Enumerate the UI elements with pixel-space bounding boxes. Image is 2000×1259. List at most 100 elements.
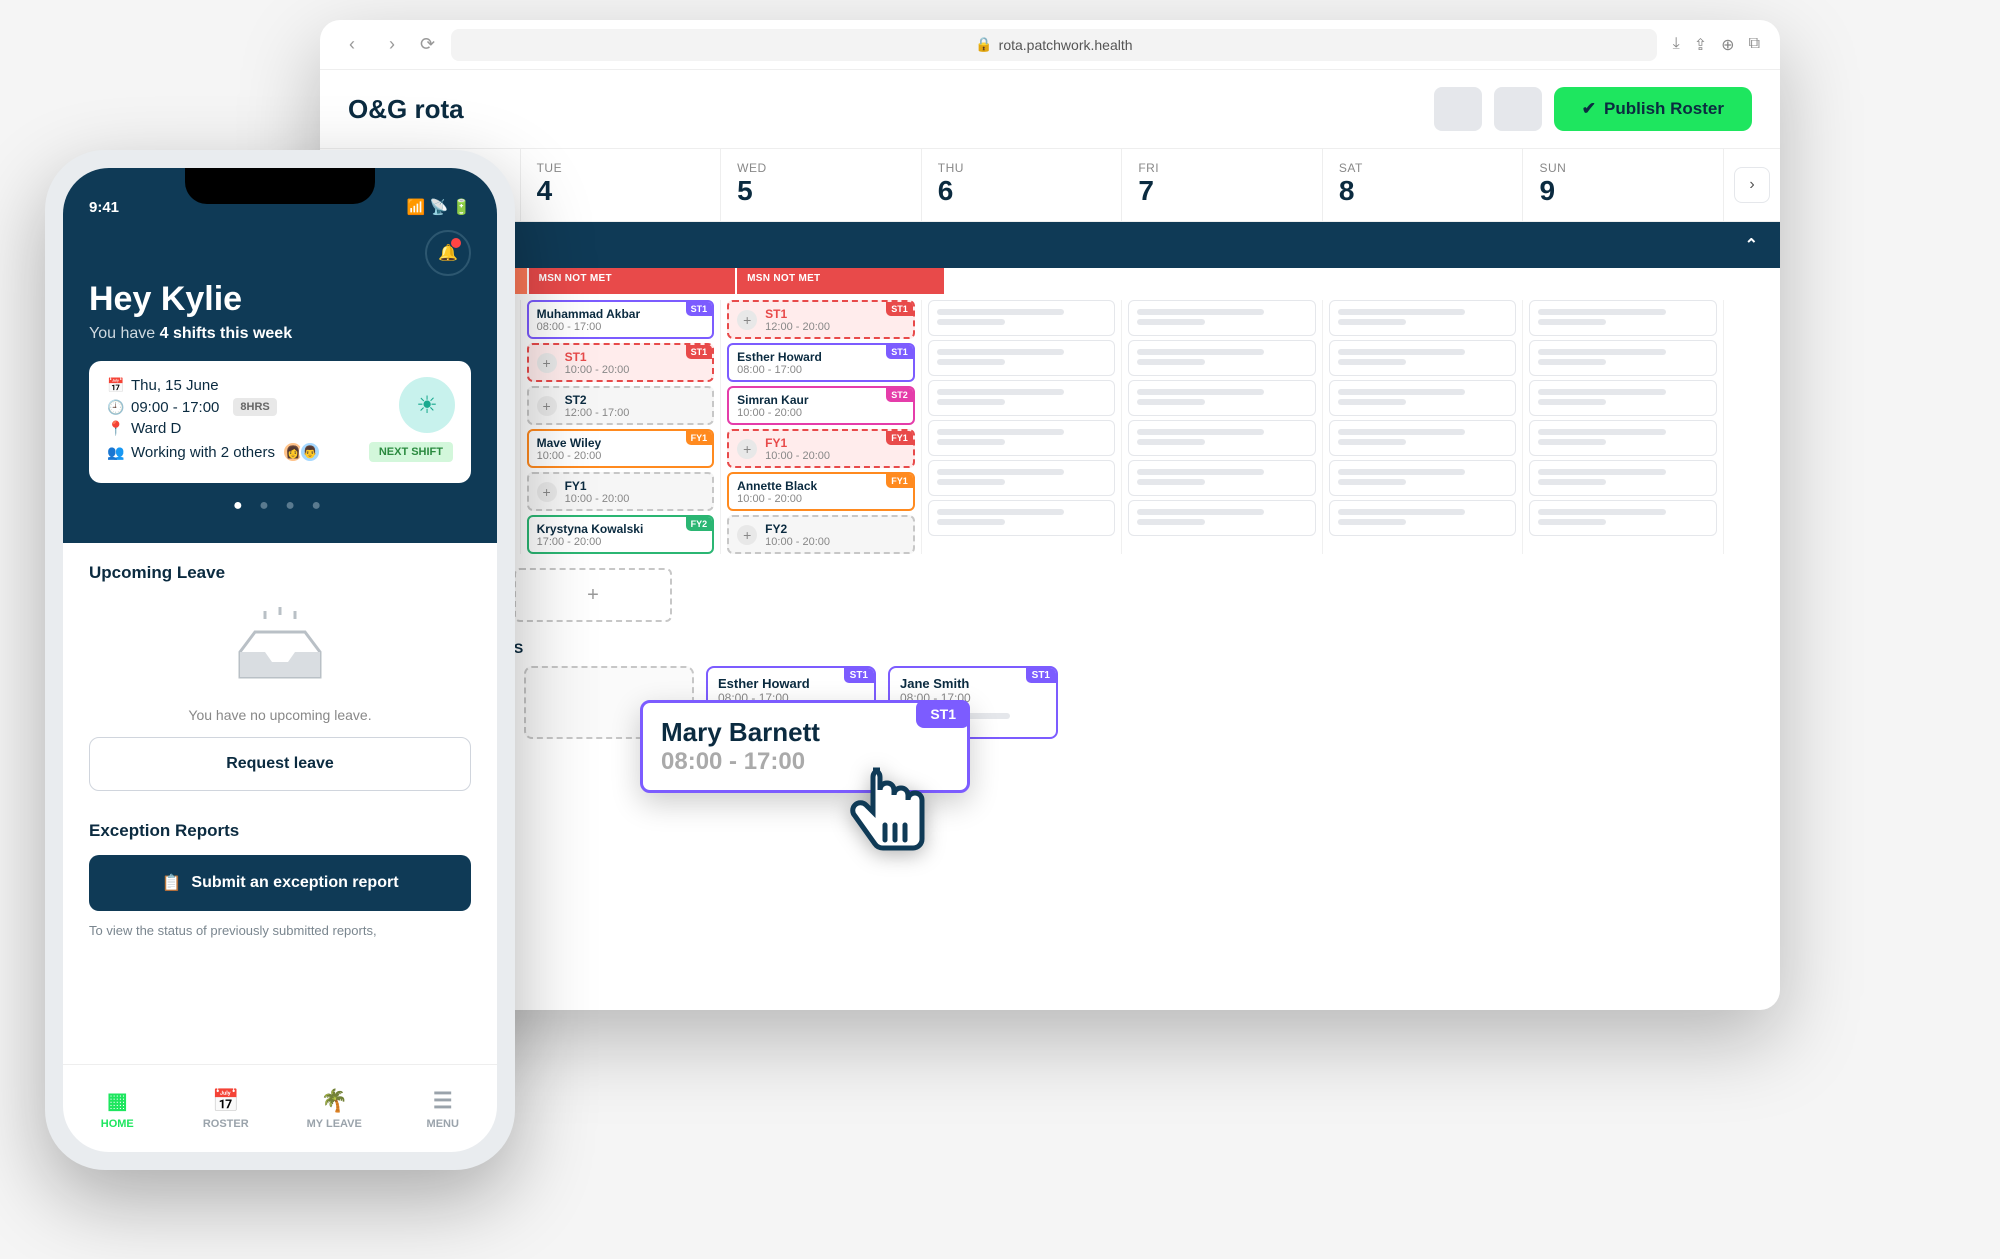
share-icon[interactable]: ⇪: [1694, 35, 1707, 55]
empty-shift-placeholder[interactable]: [1128, 380, 1316, 416]
notifications-button[interactable]: 🔔: [425, 230, 471, 276]
msn-status-row: MSN ABOVE IDEALMSN NOT METMSN NOT MET: [320, 268, 1780, 294]
assigned-shift[interactable]: Annette Black10:00 - 20:00FY1: [727, 472, 915, 511]
empty-shift-placeholder[interactable]: [928, 300, 1116, 336]
empty-shift-placeholder[interactable]: [1529, 340, 1717, 376]
empty-shift-placeholder[interactable]: [928, 340, 1116, 376]
new-tab-icon[interactable]: ⊕: [1721, 35, 1734, 55]
url-bar[interactable]: 🔒 rota.patchwork.health: [451, 29, 1657, 61]
location-icon: 📍: [107, 420, 123, 437]
subtitle-text: You have 4 shifts this week: [89, 325, 471, 343]
empty-shift-placeholder[interactable]: [1329, 500, 1517, 536]
phone-notch: [185, 168, 375, 204]
add-icon: +: [737, 310, 757, 330]
assigned-shift[interactable]: Mave Wiley10:00 - 20:00FY1: [527, 429, 715, 468]
reload-icon[interactable]: ⟳: [420, 34, 435, 55]
request-leave-button[interactable]: Request leave: [89, 737, 471, 791]
day-header[interactable]: WED5: [721, 149, 922, 221]
empty-shift-placeholder[interactable]: [928, 460, 1116, 496]
grade-tag: ST1: [916, 700, 970, 728]
add-icon: +: [737, 525, 757, 545]
nav-back-icon[interactable]: ‹: [340, 33, 364, 57]
next-week-button[interactable]: ›: [1734, 167, 1770, 203]
add-icon: +: [737, 439, 757, 459]
empty-shift-placeholder[interactable]: [1128, 300, 1316, 336]
phone-mockup: 9:41 📶 📡 🔋 🔔 Hey Kylie You have 4 shifts…: [45, 150, 515, 1170]
page-header: O&G rota ✔ Publish Roster: [320, 70, 1780, 148]
empty-shift-placeholder[interactable]: [1329, 340, 1517, 376]
unfilled-shift[interactable]: +FY110:00 - 20:00: [527, 472, 715, 511]
empty-shift-placeholder[interactable]: [1128, 460, 1316, 496]
empty-shift-placeholder[interactable]: [1529, 380, 1717, 416]
download-icon[interactable]: ⤓: [1673, 35, 1680, 55]
header-placeholder-2[interactable]: [1494, 87, 1542, 131]
location-banner[interactable]: 📍 General Hospital ⌃: [320, 222, 1780, 268]
calendar-icon: 📅: [107, 377, 123, 394]
assigned-shift[interactable]: Muhammad Akbar08:00 - 17:00ST1: [527, 300, 715, 339]
submit-exception-button[interactable]: 📋 Submit an exception report: [89, 855, 471, 911]
day-header[interactable]: THU6: [922, 149, 1123, 221]
tab-home[interactable]: ▦ HOME: [63, 1065, 172, 1152]
home-icon: ▦: [107, 1088, 128, 1114]
unfilled-shift[interactable]: +FY110:00 - 20:00FY1: [727, 429, 915, 468]
roster-day-column: [1122, 300, 1323, 554]
assigned-shift[interactable]: Krystyna Kowalski17:00 - 20:00FY2: [527, 515, 715, 554]
roster-day-column: Muhammad Akbar08:00 - 17:00ST1 +ST110:00 …: [521, 300, 722, 554]
empty-inbox-icon: [89, 597, 471, 697]
empty-shift-placeholder[interactable]: [928, 500, 1116, 536]
calendar-icon: 📅: [212, 1088, 239, 1114]
msn-status-cell: [1571, 268, 1780, 294]
unfilled-shift[interactable]: +ST112:00 - 20:00ST1: [727, 300, 915, 339]
roster-day-column: [922, 300, 1123, 554]
nav-forward-icon[interactable]: ›: [380, 33, 404, 57]
check-circle-icon: ✔: [1582, 99, 1596, 119]
clipboard-icon: 📋: [161, 873, 181, 893]
empty-shift-placeholder[interactable]: [1329, 300, 1517, 336]
greeting-text: Hey Kylie: [89, 280, 471, 319]
tab-roster[interactable]: 📅 ROSTER: [172, 1065, 281, 1152]
empty-shift-placeholder[interactable]: [1529, 420, 1717, 456]
add-shift-slot[interactable]: +: [514, 568, 672, 622]
available-workers-row: ST1Muhammad Akbar08:00 - 17:00ST1Esther …: [320, 666, 1780, 739]
cursor-hand-icon: [850, 760, 940, 879]
msn-status-cell: MSN NOT MET: [529, 268, 738, 294]
day-header[interactable]: SAT8: [1323, 149, 1524, 221]
carousel-dots[interactable]: ● ● ● ●: [89, 497, 471, 515]
unfilled-shift[interactable]: +FY210:00 - 20:00: [727, 515, 915, 554]
assigned-shift[interactable]: Esther Howard08:00 - 17:00ST1: [727, 343, 915, 382]
unfilled-shift[interactable]: +ST110:00 - 20:00ST1: [527, 343, 715, 382]
browser-toolbar: ‹ › ⟳ 🔒 rota.patchwork.health ⤓ ⇪ ⊕ ⧉: [320, 20, 1780, 70]
browser-window: ‹ › ⟳ 🔒 rota.patchwork.health ⤓ ⇪ ⊕ ⧉ O&…: [320, 20, 1780, 1010]
notification-badge: [451, 238, 461, 248]
day-header[interactable]: FRI7: [1122, 149, 1323, 221]
empty-shift-placeholder[interactable]: [928, 380, 1116, 416]
header-placeholder-1[interactable]: [1434, 87, 1482, 131]
empty-shift-placeholder[interactable]: [1128, 340, 1316, 376]
page-title: O&G rota: [348, 94, 464, 125]
chevron-up-icon[interactable]: ⌃: [1745, 235, 1758, 255]
empty-shift-placeholder[interactable]: [1529, 460, 1717, 496]
msn-status-cell: [1154, 268, 1363, 294]
tab-menu[interactable]: ☰ MENU: [389, 1065, 498, 1152]
empty-shift-placeholder[interactable]: [1329, 460, 1517, 496]
publish-roster-button[interactable]: ✔ Publish Roster: [1554, 87, 1752, 131]
empty-shift-placeholder[interactable]: [1329, 380, 1517, 416]
roster-day-column: +ST112:00 - 20:00ST1 Esther Howard08:00 -…: [721, 300, 922, 554]
phone-header: 9:41 📶 📡 🔋 🔔 Hey Kylie You have 4 shifts…: [63, 168, 497, 543]
next-shift-card[interactable]: ☀ 📅Thu, 15 June 🕘09:00 - 17:008HRS 📍Ward…: [89, 361, 471, 483]
roster-day-column: [1323, 300, 1524, 554]
day-header[interactable]: SUN9: [1523, 149, 1724, 221]
empty-shift-placeholder[interactable]: [1128, 500, 1316, 536]
tab-leave[interactable]: 🌴 MY LEAVE: [280, 1065, 389, 1152]
empty-shift-placeholder[interactable]: [1329, 420, 1517, 456]
empty-shift-placeholder[interactable]: [1529, 300, 1717, 336]
exception-section-title: Exception Reports: [89, 821, 471, 841]
empty-shift-placeholder[interactable]: [1529, 500, 1717, 536]
assigned-shift[interactable]: Simran Kaur10:00 - 20:00ST2: [727, 386, 915, 425]
empty-shift-placeholder[interactable]: [1128, 420, 1316, 456]
day-header[interactable]: TUE4: [521, 149, 722, 221]
msn-status-cell: [1363, 268, 1572, 294]
unfilled-shift[interactable]: +ST212:00 - 17:00: [527, 386, 715, 425]
empty-shift-placeholder[interactable]: [928, 420, 1116, 456]
tabs-icon[interactable]: ⧉: [1749, 35, 1760, 55]
